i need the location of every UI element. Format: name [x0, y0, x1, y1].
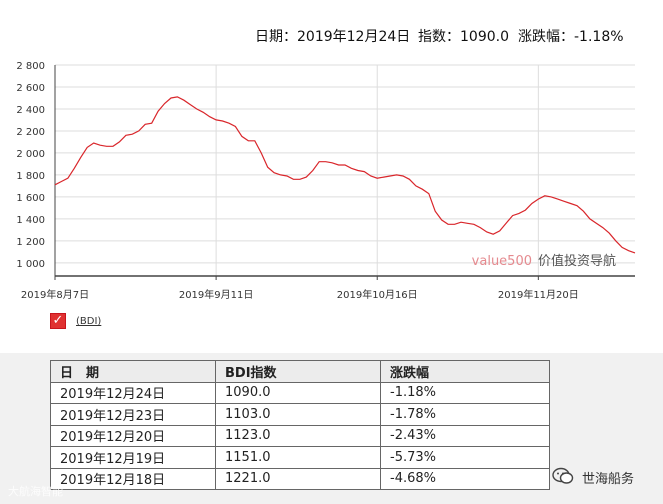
y-tick-label: 2 400: [16, 105, 45, 116]
table-cell-index: 1103.0: [215, 403, 381, 426]
y-tick-label: 2 000: [16, 149, 45, 160]
table-row: 2019年12月24日 1090.0 -1.18%: [50, 381, 550, 404]
table-cell-date: 2019年12月18日: [50, 467, 216, 490]
legend-checkbox-icon[interactable]: ✓: [50, 313, 66, 329]
table-cell-index: 1090.0: [215, 381, 381, 404]
table-row: 2019年12月20日 1123.0 -2.43%: [50, 424, 550, 447]
table-cell-change: -1.18%: [380, 381, 550, 404]
y-tick-label: 1 600: [16, 193, 45, 204]
legend-label[interactable]: (BDI): [76, 316, 101, 327]
table-cell-index: 1221.0: [215, 467, 381, 490]
watermark-left: 大航海智能: [8, 485, 63, 498]
y-tick-label: 1 800: [16, 171, 45, 182]
y-tick-label: 1 400: [16, 215, 45, 226]
x-tick-label: 2019年9月11日: [179, 288, 254, 301]
table-header-change: 涨跌幅: [380, 360, 550, 383]
wechat-icon: [552, 467, 574, 484]
watermark-right-text: 世海船务: [582, 472, 635, 487]
y-tick-label: 2 200: [16, 127, 45, 138]
table-cell-index: 1123.0: [215, 424, 381, 447]
chart-watermark-latin: value500: [472, 254, 532, 269]
table-cell-change: -5.73%: [380, 446, 550, 469]
table-header-date: 日 期: [50, 360, 216, 383]
table-cell-date: 2019年12月23日: [50, 403, 216, 426]
y-tick-label: 1 000: [16, 259, 45, 270]
table-cell-date: 2019年12月20日: [50, 424, 216, 447]
index-label: 指数：1090.0: [418, 29, 509, 45]
y-tick-label: 2 800: [16, 61, 45, 72]
table-header-index: BDI指数: [215, 360, 381, 383]
x-tick-label: 2019年8月7日: [21, 288, 89, 301]
change-label: 涨跌幅：-1.18%: [518, 29, 624, 45]
chart-watermark-cn: 价值投资导航: [538, 253, 616, 269]
table-row: 2019年12月18日 1221.0 -4.68%: [50, 467, 550, 490]
x-tick-label: 2019年10月16日: [337, 288, 418, 301]
y-tick-label: 1 200: [16, 237, 45, 248]
table-row: 2019年12月19日 1151.0 -5.73%: [50, 446, 550, 469]
info-header: 日期：2019年12月24日 指数：1090.0 涨跌幅：-1.18%: [0, 22, 663, 48]
table-cell-change: -1.78%: [380, 403, 550, 426]
table-cell-date: 2019年12月24日: [50, 381, 216, 404]
table-header-row: 日 期 BDI指数 涨跌幅: [50, 360, 550, 383]
table-row: 2019年12月23日 1103.0 -1.78%: [50, 403, 550, 426]
y-tick-label: 2 600: [16, 83, 45, 94]
date-label: 日期：2019年12月24日: [255, 29, 411, 45]
x-tick-label: 2019年11月20日: [498, 288, 579, 301]
bdi-line-chart: 1 000 1 200 1 400 1 600 1 800 2 000 2 200 2 400…: [16, 61, 636, 301]
table-cell-change: -2.43%: [380, 424, 550, 447]
table-cell-date: 2019年12月19日: [50, 446, 216, 469]
bdi-table: 日 期 BDI指数 涨跌幅 2019年12月24日 1090.0 -1.18% …: [50, 360, 550, 490]
table-cell-change: -4.68%: [380, 467, 550, 490]
table-cell-index: 1151.0: [215, 446, 381, 469]
